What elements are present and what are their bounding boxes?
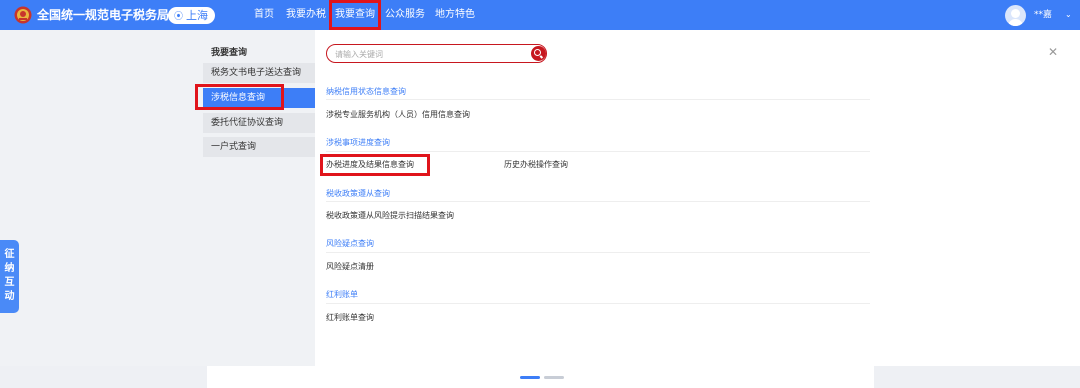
top-header: 全国统一规范电子税务局 ⦿ 上海 首页 我要办税 我要查询 公众服务 地方特色 *… [0, 0, 1080, 30]
section-divider [326, 99, 870, 100]
nav-tax-handling[interactable]: 我要办税 [286, 0, 326, 30]
link-bonus-bill[interactable]: 红利账单查询 [326, 312, 374, 323]
region-label: 上海 [186, 9, 209, 22]
link-risk-list[interactable]: 风险疑点清册 [326, 261, 374, 272]
site-title[interactable]: 全国统一规范电子税务局 [37, 7, 169, 23]
floating-tab-char: 互 [4, 277, 15, 288]
search-icon-handle [539, 55, 544, 59]
section-divider [326, 303, 870, 304]
link-history-operations[interactable]: 历史办税操作查询 [504, 159, 568, 170]
search-box [326, 44, 547, 63]
floating-tab-char: 征 [4, 249, 15, 260]
user-avatar[interactable] [1005, 5, 1026, 26]
avatar-body [1008, 19, 1023, 26]
section-title-credit: 纳税信用状态信息查询 [326, 87, 406, 96]
close-icon[interactable]: ✕ [1048, 44, 1058, 60]
tax-emblem-icon[interactable] [14, 6, 32, 24]
nav-home[interactable]: 首页 [254, 0, 274, 30]
user-name[interactable]: **嘉 [1034, 0, 1052, 30]
location-pin-icon: ⦿ [174, 12, 184, 22]
sidebar-item-doc-delivery[interactable]: 税务文书电子送达查询 [203, 63, 315, 83]
section-divider [326, 151, 870, 152]
sidebar-item-agency-agreement[interactable]: 委托代征协议查询 [203, 113, 315, 133]
floating-tab-char: 纳 [4, 263, 15, 274]
section-title-policy: 税收政策遵从查询 [326, 189, 390, 198]
query-dropdown-panel [0, 30, 1080, 366]
nav-public-service[interactable]: 公众服务 [385, 0, 425, 30]
highlight-box-link [320, 154, 430, 176]
search-input[interactable] [335, 48, 525, 60]
sidebar-item-one-stop[interactable]: 一户式查询 [203, 137, 315, 157]
sidebar-title: 我要查询 [211, 48, 248, 58]
nav-local-features[interactable]: 地方特色 [435, 0, 475, 30]
section-title-progress: 涉税事项进度查询 [326, 138, 390, 147]
nav-query[interactable]: 我要查询 [329, 0, 381, 30]
carousel-indicators [520, 376, 568, 388]
carousel-dot-active[interactable] [520, 376, 540, 379]
chevron-down-icon[interactable]: ⌄ [1065, 0, 1072, 30]
avatar-head [1011, 9, 1020, 18]
search-button[interactable] [531, 46, 546, 61]
region-selector[interactable]: ⦿ 上海 [168, 7, 215, 24]
highlight-box-sidebar [195, 84, 284, 110]
carousel-dot[interactable] [544, 376, 564, 379]
section-divider [326, 252, 870, 253]
link-credit-info[interactable]: 涉税专业服务机构（人员）信用信息查询 [326, 109, 470, 120]
link-policy-scan[interactable]: 税收政策遵从风险提示扫描结果查询 [326, 210, 454, 221]
section-divider [326, 201, 870, 202]
floating-tab-char: 动 [4, 291, 15, 302]
section-title-risk: 风险疑点查询 [326, 239, 374, 248]
floating-interaction-tab[interactable]: 征 纳 互 动 [0, 240, 19, 313]
panel-content-bg [315, 30, 1080, 366]
section-title-bonus: 红利账单 [326, 290, 358, 299]
